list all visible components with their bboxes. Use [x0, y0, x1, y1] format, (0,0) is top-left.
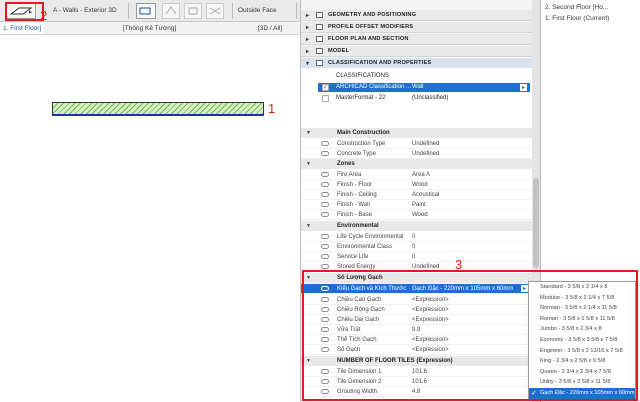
scrollbar-thumb[interactable]: [533, 178, 539, 268]
group-main-construction[interactable]: ▼ Main Construction: [301, 128, 532, 138]
geometry-option-icon: [165, 6, 177, 15]
collapse-icon: ▼: [306, 130, 311, 136]
tab-3d-all[interactable]: [3D / All]: [255, 22, 285, 34]
geometry-option-2-button[interactable]: [184, 3, 202, 19]
checkbox[interactable]: ✓: [322, 84, 329, 91]
geometry-option-button[interactable]: [162, 3, 180, 19]
classification-row-masterformat[interactable]: MasterFormat - 22 (Unclassified): [318, 94, 530, 103]
link-icon: [321, 264, 329, 269]
property-row[interactable]: Finish - Ceiling Acoustical: [301, 190, 532, 200]
link-icon: [321, 202, 329, 207]
property-row[interactable]: Finish - Base Wood: [301, 210, 532, 220]
section-geometry[interactable]: ▸ GEOMETRY AND POSITIONING: [301, 10, 532, 21]
section-profile-offset[interactable]: ▸ PROFILE OFFSET MODIFIERS: [301, 22, 532, 33]
view-tabs: 1. First Floor] [Thông Kê Tường] [3D / A…: [0, 22, 300, 35]
link-icon: [321, 254, 329, 259]
reference-line-button[interactable]: [136, 3, 156, 19]
link-icon: [321, 244, 329, 249]
section-icon: [316, 12, 323, 18]
property-row[interactable]: Concrete Type Undefined: [301, 149, 532, 159]
geometry-option-3-icon: [209, 7, 221, 15]
layer-selector[interactable]: A - Walls - Exterior 3D: [53, 7, 117, 14]
property-row[interactable]: Fire Area Area A: [301, 170, 532, 180]
tab-wall-schedule[interactable]: [Thông Kê Tường]: [120, 22, 179, 34]
classification-row-archicad[interactable]: ✓ ARCHICAD Classification ... Wall ▸: [318, 83, 530, 92]
navigator-item-second-floor[interactable]: 2. Second Floor [Ho...: [545, 4, 608, 11]
geometry-option-3-button[interactable]: [206, 3, 224, 19]
expand-icon: ▸: [306, 37, 310, 43]
toolbar-divider: [128, 3, 129, 19]
collapse-icon: ▼: [306, 161, 311, 167]
property-row[interactable]: Finish - Wall Paint: [301, 200, 532, 210]
wall-element[interactable]: [52, 102, 264, 116]
toolbar-divider: [296, 3, 297, 19]
property-row[interactable]: Service Life 0: [301, 252, 532, 262]
geometry-option-2-icon: [188, 7, 198, 15]
floor-plan-canvas[interactable]: [0, 36, 300, 402]
property-row[interactable]: Environmental Class 0: [301, 242, 532, 252]
annotation-box-2: [5, 2, 44, 21]
property-row[interactable]: Life Cycle Environmental 0: [301, 232, 532, 242]
section-icon: [316, 60, 323, 66]
group-environmental[interactable]: ▼ Environmental: [301, 221, 532, 231]
link-icon: [321, 212, 329, 217]
section-icon: [316, 48, 323, 54]
classifications-header: CLASSIFICATIONS: [336, 73, 389, 79]
collapse-icon: ▼: [306, 223, 311, 229]
annotation-number-3: 3: [455, 257, 463, 272]
section-icon: [316, 36, 323, 42]
link-icon: [321, 141, 329, 146]
link-icon: [321, 234, 329, 239]
section-model[interactable]: ▸ MODEL: [301, 46, 532, 57]
link-icon: [321, 172, 329, 177]
navigator-item-first-floor[interactable]: 1. First Floor (Current): [545, 15, 609, 22]
link-icon: [321, 151, 329, 156]
annotation-box-3: [302, 270, 638, 401]
group-zones[interactable]: ▼ Zones: [301, 159, 532, 169]
annotation-number-1: 1: [268, 101, 276, 116]
annotation-number-2: 2: [40, 8, 48, 23]
reference-line-icon: [139, 7, 151, 15]
toolbar-divider: [232, 3, 233, 19]
tab-first-floor[interactable]: 1. First Floor]: [0, 22, 45, 34]
section-floor-plan[interactable]: ▸ FLOOR PLAN AND SECTION: [301, 34, 532, 45]
expand-icon: ▸: [306, 49, 310, 55]
link-icon: [321, 192, 329, 197]
reference-plane-selector[interactable]: Outside Face: [238, 7, 277, 14]
expand-icon: ▸: [306, 25, 310, 31]
expand-icon: ▸: [306, 13, 310, 19]
link-icon: [321, 182, 329, 187]
checkbox[interactable]: [322, 95, 329, 102]
property-row[interactable]: Construction Type Undefined: [301, 139, 532, 149]
property-row[interactable]: Finish - Floor Wood: [301, 180, 532, 190]
dropdown-arrow-icon[interactable]: ▸: [519, 83, 528, 92]
collapse-icon: ▾: [306, 61, 310, 67]
section-icon: [316, 24, 323, 30]
